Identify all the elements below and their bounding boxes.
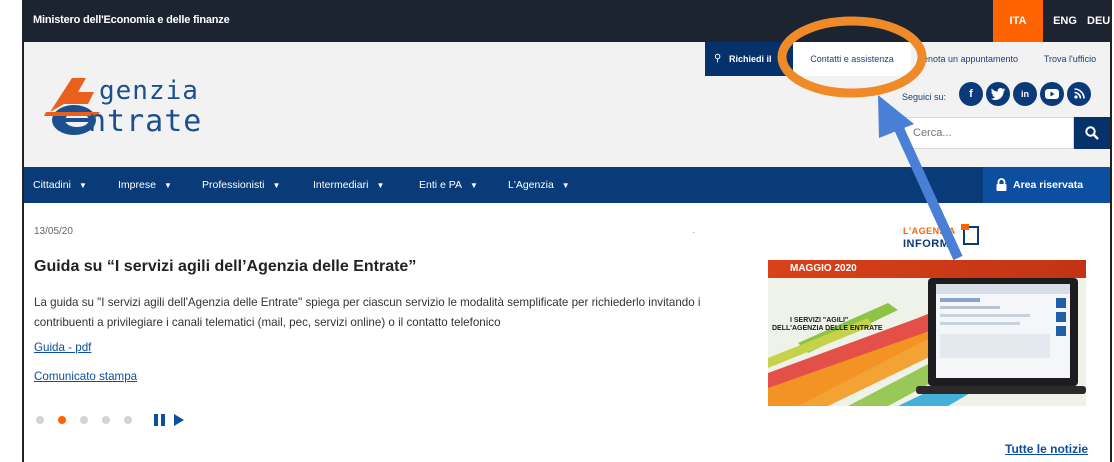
language-deu[interactable]: DEU bbox=[1087, 0, 1110, 42]
caret-down-icon: ▼ bbox=[272, 181, 281, 190]
social-label: Seguici su: bbox=[902, 92, 947, 102]
pause-icon[interactable] bbox=[154, 414, 168, 426]
carousel-dot-active[interactable] bbox=[58, 416, 66, 424]
agenzia-informa-logo: L'AGENZIA INFORMA bbox=[903, 216, 983, 256]
agenzia-informa-banner[interactable]: L'AGENZIA INFORMA MAGGIO 2020 I SERVIZI … bbox=[768, 216, 1086, 406]
contatti-assistenza-link[interactable]: Contatti e assistenza bbox=[793, 42, 911, 76]
area-riservata-button[interactable]: Area riservata bbox=[983, 167, 1110, 203]
rss-icon[interactable] bbox=[1067, 82, 1091, 106]
nav-cittadini[interactable]: Cittadini ▼ bbox=[33, 167, 87, 203]
document-icon bbox=[961, 224, 979, 245]
laptop-illustration bbox=[768, 278, 1086, 406]
nav-agenzia[interactable]: L'Agenzia ▼ bbox=[508, 167, 570, 203]
play-icon[interactable] bbox=[174, 414, 184, 426]
caret-down-icon: ▼ bbox=[78, 181, 87, 190]
logo-text-line2: ntrate bbox=[88, 104, 203, 139]
news-description: La guida su "I servizi agili dell'Agenzi… bbox=[34, 296, 701, 329]
language-eng[interactable]: ENG bbox=[1043, 0, 1087, 42]
caret-down-icon: ▼ bbox=[163, 181, 172, 190]
carousel-dot[interactable] bbox=[80, 416, 88, 424]
nav-intermediari[interactable]: Intermediari ▼ bbox=[313, 167, 384, 203]
search-input[interactable] bbox=[913, 118, 1063, 148]
caret-down-icon: ▼ bbox=[470, 181, 478, 190]
news-title[interactable]: Guida su “I servizi agili dell’Agenzia d… bbox=[34, 258, 416, 276]
richiedi-pin-button[interactable]: ⚲ Richiedi il bbox=[705, 42, 793, 76]
carousel-dot[interactable] bbox=[124, 416, 132, 424]
caret-down-icon: ▼ bbox=[561, 181, 570, 190]
news-date: 13/05/20 bbox=[34, 226, 73, 237]
logo-text-line1: genzia bbox=[99, 76, 199, 106]
facebook-icon[interactable]: f bbox=[959, 82, 983, 106]
carousel-dot[interactable] bbox=[102, 416, 110, 424]
promo-date-band: MAGGIO 2020 bbox=[768, 260, 1086, 278]
main-navigation: Cittadini ▼ Imprese ▼ Professionisti ▼ Inte… bbox=[24, 167, 1110, 203]
nav-enti-pa[interactable]: Enti e PA ▼ bbox=[419, 167, 478, 203]
agenzia-entrate-logo[interactable]: genzia ntrate bbox=[42, 72, 242, 142]
top-bar: Ministero dell'Economia e delle finanze … bbox=[24, 0, 1110, 42]
carousel-dot[interactable] bbox=[36, 416, 44, 424]
promo-tagline-1: I SERVIZI "AGILI" bbox=[790, 317, 849, 324]
screenshot-frame: Ministero dell'Economia e delle finanze … bbox=[0, 0, 1114, 462]
nav-imprese[interactable]: Imprese ▼ bbox=[118, 167, 172, 203]
trova-ufficio-link[interactable]: Trova l'ufficio bbox=[1030, 42, 1110, 76]
guida-pdf-link[interactable]: Guida - pdf bbox=[34, 341, 91, 354]
site-header: genzia ntrate ⚲ Richiedi il Contatti e a… bbox=[24, 42, 1110, 167]
prenota-appuntamento-link[interactable]: enota un appuntamento bbox=[911, 42, 1030, 76]
key-icon: ⚲ bbox=[714, 53, 722, 64]
twitter-icon[interactable] bbox=[986, 82, 1010, 106]
nav-professionisti[interactable]: Professionisti ▼ bbox=[202, 167, 280, 203]
search-button[interactable] bbox=[1074, 117, 1110, 149]
promo-tagline-2: DELL'AGENZIA DELLE ENTRATE bbox=[772, 325, 883, 332]
promo-illustration: I SERVIZI "AGILI" DELL'AGENZIA DELLE ENT… bbox=[768, 278, 1086, 406]
comunicato-stampa-link[interactable]: Comunicato stampa bbox=[34, 370, 137, 383]
separator-mark: · bbox=[692, 227, 695, 237]
caret-down-icon: ▼ bbox=[376, 181, 385, 190]
search-box bbox=[904, 117, 1074, 149]
ministry-link[interactable]: Ministero dell'Economia e delle finanze bbox=[33, 14, 230, 26]
lock-icon bbox=[996, 178, 1007, 191]
youtube-icon[interactable] bbox=[1040, 82, 1064, 106]
frame-border-right bbox=[1110, 0, 1112, 462]
linkedin-icon[interactable]: in bbox=[1013, 82, 1037, 106]
search-icon bbox=[1085, 126, 1099, 140]
richiedi-label: Richiedi il bbox=[729, 54, 772, 64]
tutte-le-notizie-link[interactable]: Tutte le notizie bbox=[1005, 442, 1088, 456]
language-ita[interactable]: ITA bbox=[993, 0, 1043, 42]
area-riservata-label: Area riservata bbox=[1013, 179, 1084, 191]
